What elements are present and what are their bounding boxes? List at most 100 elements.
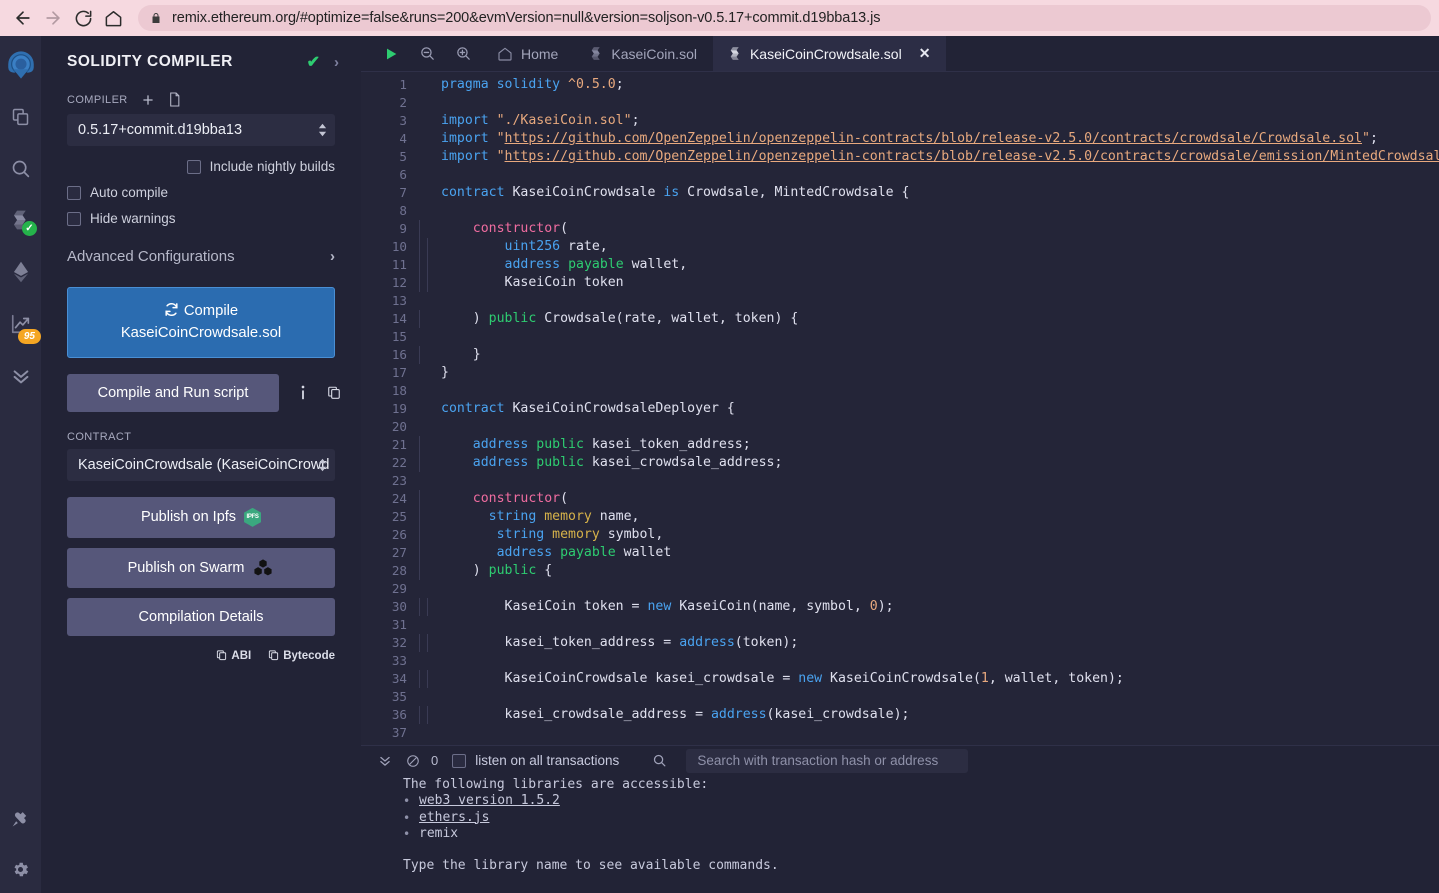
code-text: string memory name, <box>419 508 640 526</box>
code-token[interactable]: https://github.com/OpenZeppelin/openzepp… <box>505 149 1439 164</box>
terminal-hint-line: Type the library name to see available c… <box>403 858 779 874</box>
chevrons-down-icon[interactable] <box>371 754 399 768</box>
address-bar[interactable]: remix.ethereum.org/#optimize=false&runs=… <box>138 5 1431 31</box>
info-icon[interactable] <box>296 385 310 401</box>
code-token: kasei_token_address; <box>583 437 751 452</box>
copy-bytecode-button[interactable]: Bytecode <box>268 649 335 664</box>
reload-button[interactable] <box>68 3 98 33</box>
tab-kaseicoin-sol[interactable]: KaseiCoin.sol <box>574 36 713 71</box>
code-token[interactable]: https://github.com/OpenZeppelin/openzepp… <box>505 131 1362 146</box>
contract-select[interactable]: KaseiCoinCrowdsale (KaseiCoinCrowd <box>67 448 335 481</box>
debugger-icon[interactable] <box>0 350 41 402</box>
indent-guide <box>419 436 420 454</box>
solidity-compiler-icon[interactable]: ✓ <box>0 194 41 246</box>
line-number: 11 <box>391 257 407 272</box>
terminal-library-link[interactable]: web3 version 1.5.2 <box>419 793 560 808</box>
code-text: kasei_crowdsale_address = address(kasei_… <box>419 706 909 724</box>
line-number: 13 <box>391 293 407 308</box>
code-line: 21 address public kasei_token_address; <box>361 436 1439 454</box>
code-text: KaseiCoinCrowdsale kasei_crowdsale = new… <box>419 670 1124 688</box>
auto-compile-checkbox[interactable] <box>67 185 81 200</box>
solidity-file-icon <box>590 46 603 61</box>
code-token: , wallet, token); <box>988 671 1124 686</box>
plus-icon[interactable] <box>141 93 155 107</box>
auto-compile-row[interactable]: Auto compile <box>67 185 335 200</box>
terminal-library-item[interactable]: ethers.js <box>403 810 1439 827</box>
terminal-panel: 0 listen on all transactions The followi… <box>361 745 1439 893</box>
clear-terminal-icon[interactable] <box>399 754 427 768</box>
code-line: 7 contract KaseiCoinCrowdsale is Crowdsal… <box>361 184 1439 202</box>
nightly-builds-checkbox[interactable] <box>186 159 201 174</box>
line-number: 18 <box>391 383 407 398</box>
advanced-configurations-toggle[interactable]: Advanced Configurations › <box>67 248 335 265</box>
settings-gear-icon[interactable] <box>0 845 41 893</box>
close-icon[interactable]: ✕ <box>919 45 931 62</box>
plugin-manager-icon[interactable] <box>0 793 41 845</box>
solidity-analysis-icon[interactable]: 95 <box>0 298 41 350</box>
panel-header: SOLIDITY COMPILER ✔ › <box>41 36 361 76</box>
indent-guide <box>427 706 428 724</box>
panel-expand-chevron-icon[interactable]: › <box>334 54 339 71</box>
search-icon[interactable] <box>645 753 674 768</box>
code-line: 30 KaseiCoin token = new KaseiCoin(name,… <box>361 598 1439 616</box>
copy-abi-button[interactable]: ABI <box>216 649 251 664</box>
play-icon[interactable] <box>373 36 409 71</box>
code-text: import "https://github.com/OpenZeppelin/… <box>419 130 1378 148</box>
nightly-builds-row[interactable]: Include nightly builds <box>67 159 335 174</box>
tab-home[interactable]: Home <box>481 36 574 71</box>
publish-on-swarm-button[interactable]: Publish on Swarm <box>67 547 335 588</box>
code-text: ) public Crowdsale(rate, wallet, token) … <box>419 310 798 328</box>
deploy-run-icon[interactable] <box>0 246 41 298</box>
listen-on-transactions-checkbox[interactable] <box>452 753 467 768</box>
terminal-library-link[interactable]: ethers.js <box>419 810 489 825</box>
code-token: address <box>496 545 561 560</box>
back-button[interactable] <box>8 3 38 33</box>
indent-guide <box>419 256 420 274</box>
compile-and-run-script-button[interactable]: Compile and Run script <box>67 373 279 412</box>
hide-warnings-checkbox[interactable] <box>67 211 81 226</box>
code-line: 17} <box>361 364 1439 382</box>
code-line: 13 <box>361 292 1439 310</box>
compiler-version-select[interactable]: 0.5.17+commit.d19bba13 <box>67 114 335 146</box>
zoom-out-icon[interactable] <box>409 36 445 71</box>
hide-warnings-row[interactable]: Hide warnings <box>67 211 335 226</box>
indent-guide <box>427 634 428 652</box>
code-token: address <box>472 437 537 452</box>
tab-kaseicoincrowdsale-sol[interactable]: KaseiCoinCrowdsale.sol ✕ <box>712 36 947 71</box>
publish-on-ipfs-button[interactable]: Publish on Ipfs IPFS <box>67 496 335 538</box>
file-explorer-icon[interactable] <box>0 90 41 142</box>
code-token: uint256 <box>504 239 561 254</box>
code-token: string <box>496 527 553 542</box>
code-line: 27 address payable wallet <box>361 544 1439 562</box>
code-line: 37 <box>361 724 1439 742</box>
compile-button[interactable]: Compile KaseiCoinCrowdsale.sol <box>67 287 335 358</box>
home-button[interactable] <box>98 3 128 33</box>
code-editor[interactable]: 1 pragma solidity ^0.5.0; 2 3 import "./Kase… <box>361 72 1439 745</box>
copy-icon[interactable] <box>327 385 341 400</box>
code-line: 24 constructor( <box>361 490 1439 508</box>
terminal-library-item[interactable]: web3 version 1.5.2 <box>403 793 1439 810</box>
search-icon[interactable] <box>0 142 41 194</box>
forward-button[interactable] <box>38 3 68 33</box>
code-text: } <box>419 364 449 382</box>
file-icon[interactable] <box>168 92 181 107</box>
compilation-details-button[interactable]: Compilation Details <box>67 597 335 636</box>
line-number: 25 <box>391 509 407 524</box>
indent-guide <box>419 220 420 238</box>
zoom-in-icon[interactable] <box>445 36 481 71</box>
code-line: 32 kasei_token_address = address(token); <box>361 634 1439 652</box>
code-line: 12 KaseiCoin token <box>361 274 1439 292</box>
code-token: memory <box>552 527 600 542</box>
line-number: 28 <box>391 563 407 578</box>
remix-logo-icon[interactable] <box>0 40 41 90</box>
listen-on-transactions-row[interactable]: listen on all transactions <box>452 753 619 768</box>
transaction-search-input[interactable] <box>686 748 969 773</box>
code-line: 3 import "./KaseiCoin.sol"; <box>361 112 1439 130</box>
code-text: address public kasei_crowdsale_address; <box>419 454 782 472</box>
code-token: " <box>1362 131 1370 146</box>
